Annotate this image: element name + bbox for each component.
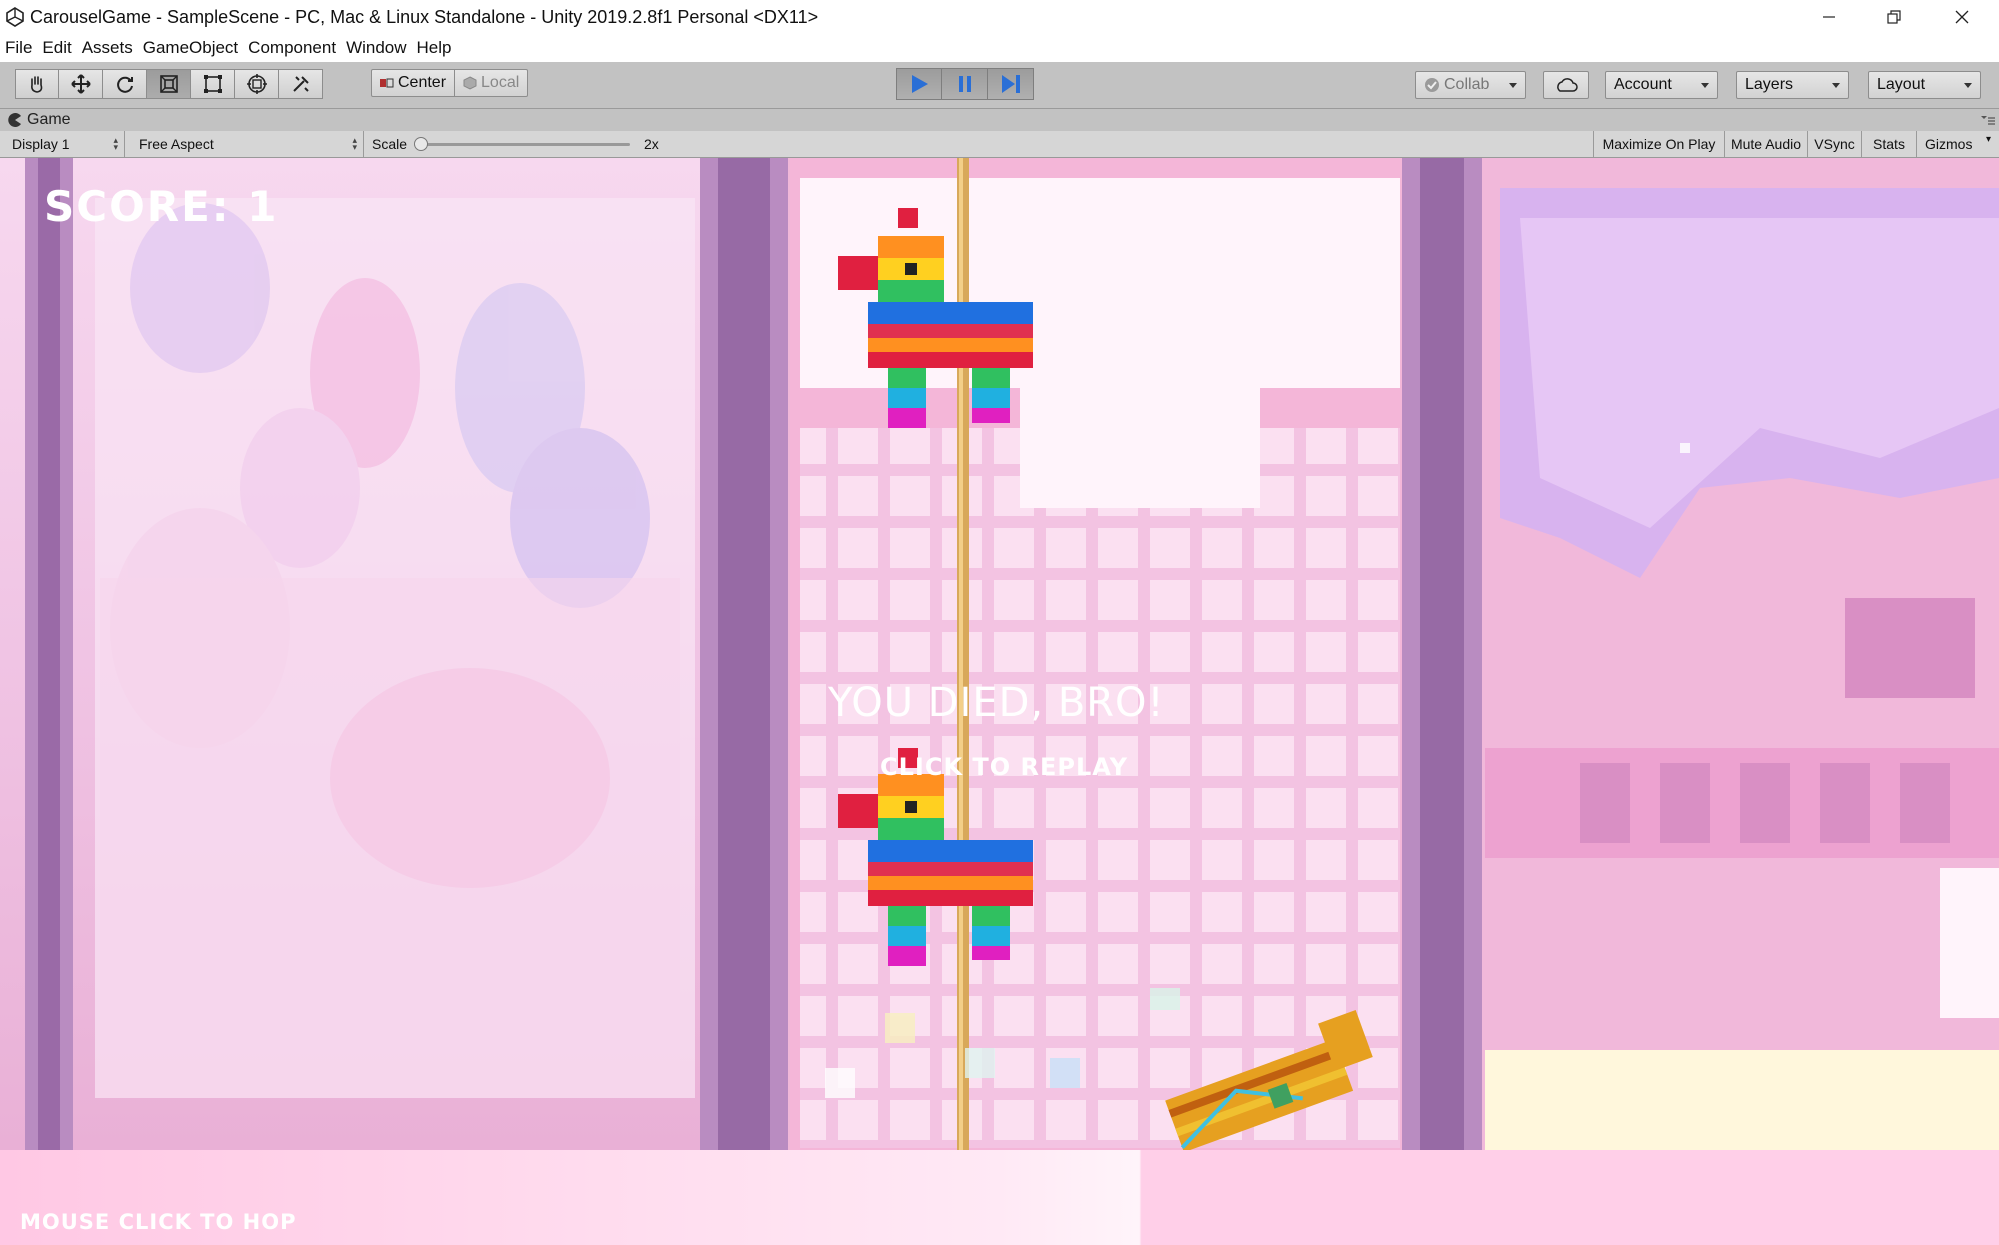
custom-tool-button[interactable]: [279, 69, 323, 99]
window-title: CarouselGame - SampleScene - PC, Mac & L…: [30, 6, 819, 27]
restore-icon: [1887, 10, 1901, 24]
gizmos-label: Gizmos: [1925, 136, 1973, 152]
layers-label: Layers: [1745, 76, 1794, 93]
display-label: Display 1: [12, 136, 70, 152]
window-titlebar: CarouselGame - SampleScene - PC, Mac & L…: [0, 0, 1999, 34]
hand-tool-icon: [31, 76, 43, 93]
pivot-toggles: Center Local: [371, 69, 529, 99]
collab-check-icon: [1425, 78, 1439, 92]
collab-label: Collab: [1444, 76, 1490, 93]
pivot-center-label: Center: [398, 74, 447, 91]
restore-button[interactable]: [1862, 0, 1926, 34]
updown-arrows-icon: ▴ ▾: [113, 135, 118, 152]
play-icon: [912, 75, 928, 93]
rotate-tool-icon: [116, 76, 133, 93]
minimize-button[interactable]: [1797, 0, 1861, 34]
transform-tools: [15, 69, 323, 99]
unity-logo-icon: [2, 4, 28, 30]
pause-icon: [958, 76, 971, 92]
collab-dropdown[interactable]: Collab: [1415, 71, 1526, 99]
transform-tool-button[interactable]: [235, 69, 279, 99]
play-controls: [896, 68, 1034, 100]
hop-hint-text: MOUSE CLICK TO HOP: [20, 1210, 297, 1234]
maximize-on-play-toggle[interactable]: Maximize On Play: [1593, 131, 1725, 157]
layout-dropdown[interactable]: Layout: [1868, 71, 1981, 99]
minimize-icon: [1823, 16, 1835, 18]
vsync-toggle[interactable]: VSync: [1808, 131, 1862, 157]
scale-tool-button[interactable]: [147, 69, 191, 99]
chevron-down-icon: [1832, 83, 1840, 88]
score-text: SCORE: 1: [44, 182, 279, 231]
scale-slider-handle[interactable]: [414, 137, 428, 151]
mute-audio-toggle[interactable]: Mute Audio: [1725, 131, 1808, 157]
rect-tool-icon: [203, 75, 222, 93]
panel-menu-icon[interactable]: [1977, 113, 1995, 127]
transform-tool-icon: [246, 74, 267, 94]
maximize-label: Maximize On Play: [1602, 136, 1716, 152]
scale-label: Scale: [372, 136, 408, 152]
aspect-label: Free Aspect: [139, 136, 214, 152]
close-icon: [1955, 10, 1969, 24]
cloud-button[interactable]: [1543, 71, 1589, 99]
game-view-controlbar: Display 1 ▴ ▾ Free Aspect ▴ ▾ Scale 2x Max…: [0, 131, 1999, 158]
display-select[interactable]: Display 1 ▴ ▾: [0, 131, 125, 157]
play-button[interactable]: [896, 68, 942, 100]
vsync-label: VSync: [1814, 136, 1855, 152]
menu-component[interactable]: Component: [243, 38, 341, 58]
step-icon: [1001, 75, 1020, 93]
custom-tool-icon: [292, 76, 309, 92]
ground: [0, 1150, 1999, 1245]
scale-value: 2x: [644, 136, 659, 152]
menu-help[interactable]: Help: [412, 38, 457, 58]
scale-control: Scale 2x: [372, 131, 672, 157]
move-tool-icon: [70, 74, 91, 94]
local-cube-icon: [463, 76, 477, 90]
mute-label: Mute Audio: [1730, 136, 1802, 152]
tab-game-label: Game: [27, 111, 71, 128]
stats-label: Stats: [1873, 136, 1905, 152]
updown-arrows-icon: ▴ ▾: [352, 135, 357, 152]
layout-label: Layout: [1877, 76, 1926, 93]
tab-game[interactable]: Game: [8, 109, 71, 131]
menu-bar: File Edit Assets GameObject Component Wi…: [0, 34, 1999, 62]
chevron-down-icon: [1964, 83, 1972, 88]
menu-file[interactable]: File: [0, 38, 37, 58]
gizmos-dropdown[interactable]: Gizmos ▾: [1917, 131, 1999, 157]
stats-toggle[interactable]: Stats: [1862, 131, 1917, 157]
pivot-local-button[interactable]: Local: [455, 69, 529, 97]
aspect-select[interactable]: Free Aspect ▴ ▾: [130, 131, 364, 157]
game-tab-bar: Game: [0, 109, 1999, 131]
pacman-icon: [8, 113, 21, 127]
rotate-tool-button[interactable]: [103, 69, 147, 99]
menu-gameobject[interactable]: GameObject: [138, 38, 243, 58]
hand-tool-button[interactable]: [15, 69, 59, 99]
click-to-replay-button[interactable]: CLICK TO REPLAY: [880, 753, 1128, 781]
pause-button[interactable]: [942, 68, 988, 100]
you-died-text: YOU DIED, BRO!: [828, 680, 1165, 726]
chevron-down-icon: ▾: [1985, 134, 1991, 145]
layers-dropdown[interactable]: Layers: [1736, 71, 1849, 99]
rect-tool-button[interactable]: [191, 69, 235, 99]
menu-assets[interactable]: Assets: [77, 38, 138, 58]
chevron-down-icon: [1509, 83, 1517, 88]
main-toolbar: Center Local Collab Account Layers Layou…: [0, 62, 1999, 109]
pivot-center-icon: [380, 78, 394, 88]
account-label: Account: [1614, 76, 1672, 93]
scale-slider-track[interactable]: [420, 143, 630, 146]
close-button[interactable]: [1930, 0, 1994, 34]
chevron-down-icon: [1701, 83, 1709, 88]
pivot-local-label: Local: [481, 74, 520, 91]
pivot-center-button[interactable]: Center: [371, 69, 456, 97]
cloud-icon: [1557, 78, 1578, 92]
menu-window[interactable]: Window: [341, 38, 411, 58]
move-tool-button[interactable]: [59, 69, 103, 99]
scale-tool-icon: [159, 75, 178, 93]
menu-edit[interactable]: Edit: [37, 38, 76, 58]
step-button[interactable]: [988, 68, 1034, 100]
account-dropdown[interactable]: Account: [1605, 71, 1718, 99]
game-viewport[interactable]: SCORE: 1 YOU DIED, BRO! CLICK TO REPLAY …: [0, 158, 1999, 1245]
